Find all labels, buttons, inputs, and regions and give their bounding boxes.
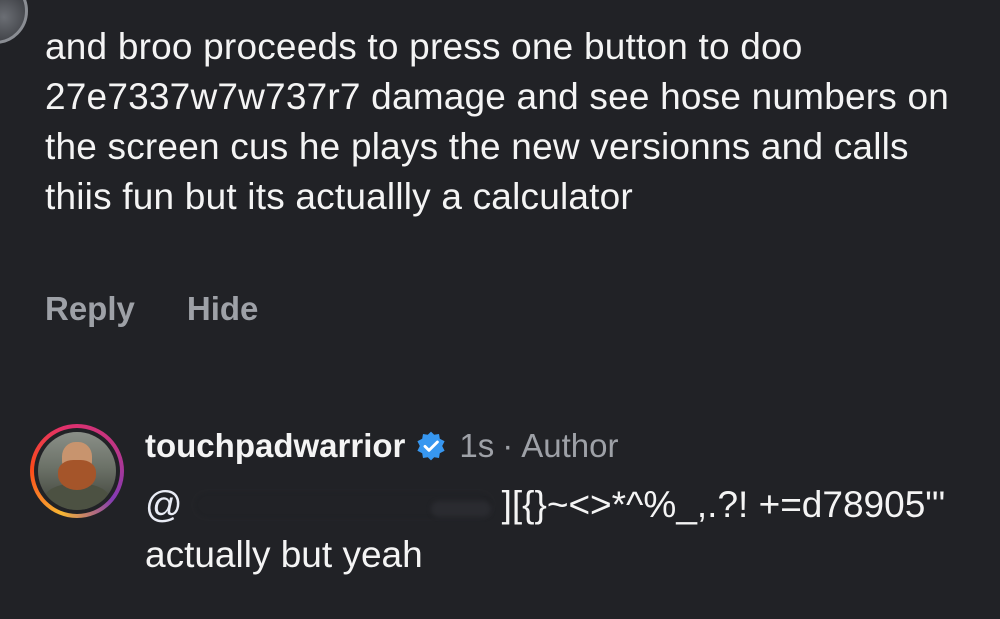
comment-actions: Reply Hide xyxy=(45,290,258,328)
reply-button[interactable]: Reply xyxy=(45,290,135,328)
reply-body: @][{}~<>*^%_,.?! +=d78905"' actually but… xyxy=(145,480,965,580)
comment-thread: and broo proceeds to press one button to… xyxy=(0,0,1000,619)
avatar[interactable] xyxy=(30,424,124,518)
username[interactable]: touchpadwarrior xyxy=(145,424,405,468)
author-badge: Author xyxy=(521,427,619,464)
avatar-photo xyxy=(38,432,116,510)
reply-header: touchpadwarrior 1s · Author xyxy=(145,424,618,468)
mention-prefix[interactable]: @ xyxy=(145,484,183,525)
reply-comment: touchpadwarrior 1s · Author @][{}~<>*^%_… xyxy=(30,418,990,598)
timestamp: 1s xyxy=(459,427,495,464)
meta-separator: · xyxy=(502,427,514,464)
comment-body: and broo proceeds to press one button to… xyxy=(45,26,950,217)
hide-button[interactable]: Hide xyxy=(187,290,259,328)
redacted-mention xyxy=(190,489,496,521)
verified-badge-icon xyxy=(417,431,445,461)
previous-commenter-avatar[interactable] xyxy=(0,0,28,44)
